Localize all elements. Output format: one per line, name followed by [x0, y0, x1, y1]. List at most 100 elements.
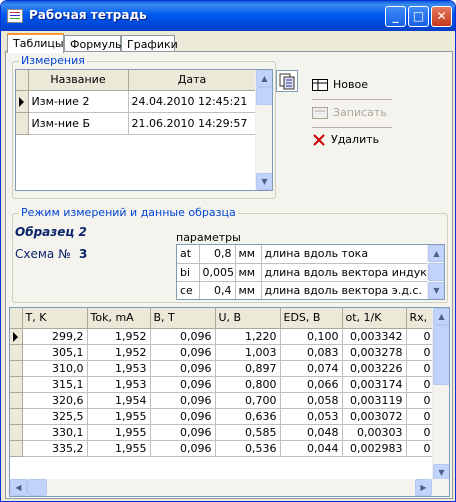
cell-rx[interactable]: 0 — [406, 376, 435, 393]
param-unit[interactable]: мм — [235, 263, 262, 282]
data-grid[interactable]: T, K Tok, mA B, T U, B EDS, B ot, 1/K Rx… — [9, 307, 450, 497]
cell-voltage[interactable]: 1,220 — [215, 328, 281, 345]
data-row[interactable]: 335,2 1,955 0,096 0,536 0,044 0,002983 0 — [10, 440, 435, 457]
cell-voltage[interactable]: 0,536 — [215, 440, 281, 457]
scroll-right-icon[interactable]: ▶ — [415, 479, 432, 496]
param-value[interactable]: 0,8 — [199, 245, 236, 264]
cell-voltage[interactable]: 0,636 — [215, 408, 281, 425]
cell-current[interactable]: 1,954 — [87, 392, 151, 409]
data-header-voltage[interactable]: U, B — [215, 308, 281, 329]
title-bar[interactable]: Рабочая тетрадь _ □ ✕ — [1, 1, 455, 31]
cell-induction[interactable]: 0,096 — [150, 392, 216, 409]
cell-current[interactable]: 1,955 — [87, 408, 151, 425]
cell-inverse-t[interactable]: 0,00303 — [342, 424, 407, 441]
cell-temperature[interactable]: 310,0 — [22, 360, 88, 377]
scroll-down-icon[interactable]: ▼ — [428, 282, 444, 299]
cell-induction[interactable]: 0,096 — [150, 440, 216, 457]
data-row[interactable]: 315,1 1,953 0,096 0,800 0,066 0,003174 0 — [10, 376, 435, 393]
cell-voltage[interactable]: 0,585 — [215, 424, 281, 441]
tab-tables[interactable]: Таблицы — [7, 33, 64, 53]
cell-induction[interactable]: 0,096 — [150, 360, 216, 377]
new-button[interactable]: Новое — [312, 78, 368, 100]
params-vscroll[interactable]: ▲ ▼ — [427, 245, 444, 299]
param-row[interactable]: bi 0,005 мм длина вдоль вектора индукции — [177, 263, 430, 282]
cell-inverse-t[interactable]: 0,002983 — [342, 440, 407, 457]
cell-current[interactable]: 1,952 — [87, 328, 151, 345]
measurements-header-date[interactable]: Дата — [128, 70, 257, 91]
cell-rx[interactable]: 0 — [406, 424, 435, 441]
scroll-up-icon[interactable]: ▲ — [428, 245, 444, 262]
save-button[interactable]: Записать — [312, 106, 387, 128]
data-header-current[interactable]: Tok, mA — [87, 308, 151, 329]
measurement-date[interactable]: 21.06.2010 14:29:57 — [128, 112, 257, 135]
param-desc[interactable]: длина вдоль вектора э.д.с. — [261, 281, 430, 299]
cell-induction[interactable]: 0,096 — [150, 424, 216, 441]
param-row[interactable]: ce 0,4 мм длина вдоль вектора э.д.с. — [177, 281, 430, 299]
cell-induction[interactable]: 0,096 — [150, 328, 216, 345]
cell-rx[interactable]: 0 — [406, 440, 435, 457]
param-key[interactable]: bi — [177, 263, 200, 282]
cell-current[interactable]: 1,955 — [87, 440, 151, 457]
param-desc[interactable]: длина вдоль тока — [261, 245, 430, 264]
data-header-temperature[interactable]: T, K — [22, 308, 88, 329]
cell-voltage[interactable]: 1,003 — [215, 344, 281, 361]
cell-eds[interactable]: 0,053 — [280, 408, 343, 425]
param-value[interactable]: 0,4 — [199, 281, 236, 299]
delete-button[interactable]: Удалить — [312, 133, 379, 155]
measurements-grid[interactable]: Название Дата Изм-ние 2 24.04.2010 12:45… — [15, 69, 273, 191]
cell-eds[interactable]: 0,044 — [280, 440, 343, 457]
cell-temperature[interactable]: 325,5 — [22, 408, 88, 425]
data-header-eds[interactable]: EDS, B — [280, 308, 343, 329]
param-unit[interactable]: мм — [235, 245, 262, 264]
measurements-scroll-thumb[interactable] — [256, 87, 272, 105]
cell-temperature[interactable]: 299,2 — [22, 328, 88, 345]
cell-rx[interactable]: 0 — [406, 360, 435, 377]
param-value[interactable]: 0,005 — [199, 263, 236, 282]
data-hscroll[interactable]: ◀ ▶ — [10, 479, 449, 496]
param-desc[interactable]: длина вдоль вектора индукции — [261, 263, 430, 282]
cell-temperature[interactable]: 305,1 — [22, 344, 88, 361]
data-row[interactable]: 310,0 1,953 0,096 0,897 0,074 0,003226 0 — [10, 360, 435, 377]
param-row[interactable]: at 0,8 мм длина вдоль тока — [177, 245, 430, 264]
copy-table-button[interactable] — [276, 70, 298, 92]
data-header-inverse-t[interactable]: ot, 1/K — [342, 308, 407, 329]
cell-inverse-t[interactable]: 0,003278 — [342, 344, 407, 361]
data-row[interactable]: 325,5 1,955 0,096 0,636 0,053 0,003072 0 — [10, 408, 435, 425]
cell-eds[interactable]: 0,066 — [280, 376, 343, 393]
cell-rx[interactable]: 0 — [406, 408, 435, 425]
scroll-down-icon[interactable]: ▼ — [256, 173, 272, 190]
cell-inverse-t[interactable]: 0,003342 — [342, 328, 407, 345]
measurement-name[interactable]: Изм-ние 2 — [28, 90, 129, 113]
cell-temperature[interactable]: 330,1 — [22, 424, 88, 441]
cell-induction[interactable]: 0,096 — [150, 376, 216, 393]
maximize-button[interactable]: □ — [408, 6, 429, 27]
cell-current[interactable]: 1,953 — [87, 360, 151, 377]
measurements-vscroll[interactable]: ▲ ▼ — [255, 70, 272, 190]
cell-eds[interactable]: 0,048 — [280, 424, 343, 441]
scroll-up-icon[interactable]: ▲ — [433, 308, 449, 325]
data-row[interactable]: 330,1 1,955 0,096 0,585 0,048 0,00303 0 — [10, 424, 435, 441]
cell-current[interactable]: 1,953 — [87, 376, 151, 393]
param-unit[interactable]: мм — [235, 281, 262, 299]
data-header-rx[interactable]: Rx, — [406, 308, 435, 329]
cell-inverse-t[interactable]: 0,003174 — [342, 376, 407, 393]
cell-voltage[interactable]: 0,800 — [215, 376, 281, 393]
cell-temperature[interactable]: 315,1 — [22, 376, 88, 393]
data-header-induction[interactable]: B, T — [150, 308, 216, 329]
cell-eds[interactable]: 0,074 — [280, 360, 343, 377]
cell-inverse-t[interactable]: 0,003119 — [342, 392, 407, 409]
param-key[interactable]: at — [177, 245, 200, 264]
cell-rx[interactable]: 0 — [406, 392, 435, 409]
cell-voltage[interactable]: 0,897 — [215, 360, 281, 377]
scroll-left-icon[interactable]: ◀ — [10, 479, 27, 496]
data-scroll-thumb[interactable] — [433, 325, 449, 385]
cell-inverse-t[interactable]: 0,003072 — [342, 408, 407, 425]
cell-eds[interactable]: 0,083 — [280, 344, 343, 361]
cell-eds[interactable]: 0,100 — [280, 328, 343, 345]
data-row[interactable]: 299,2 1,952 0,096 1,220 0,100 0,003342 0 — [10, 328, 435, 345]
measurement-name[interactable]: Изм-ние Б — [28, 112, 129, 135]
measurements-header-name[interactable]: Название — [28, 70, 129, 91]
cell-eds[interactable]: 0,058 — [280, 392, 343, 409]
minimize-button[interactable]: _ — [385, 6, 406, 27]
data-vscroll[interactable]: ▲ ▼ — [432, 308, 449, 481]
